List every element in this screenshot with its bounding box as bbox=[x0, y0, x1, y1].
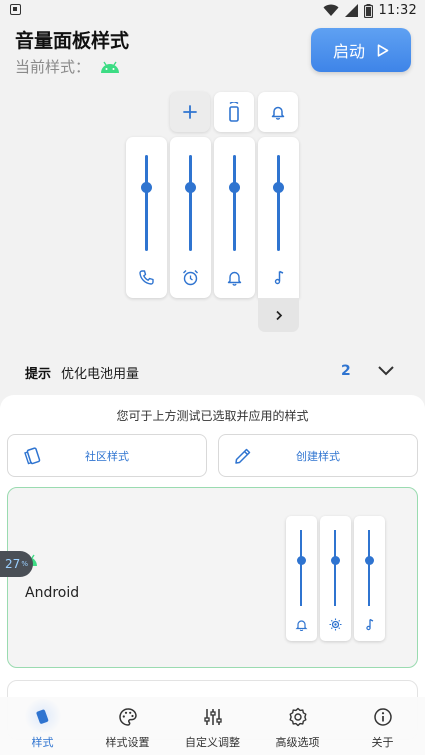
bell-icon bbox=[271, 106, 285, 120]
sliders-icon bbox=[203, 709, 222, 725]
nav-label: 自定义调整 bbox=[185, 736, 240, 749]
style-name: Android bbox=[25, 585, 80, 601]
tip-count: 2 bbox=[341, 363, 351, 379]
floating-badge[interactable]: 27% bbox=[0, 551, 33, 577]
floating-badge-value: 27 bbox=[5, 557, 21, 571]
nav-item-styles[interactable]: 样式 bbox=[0, 697, 85, 755]
create-style-button[interactable]: 创建样式 bbox=[218, 434, 418, 477]
signal-icon bbox=[344, 4, 358, 17]
slider-knob[interactable] bbox=[229, 182, 240, 194]
music-note-icon bbox=[366, 618, 374, 631]
nav-item-about[interactable]: 关于 bbox=[340, 697, 425, 755]
page-title: 音量面板样式 bbox=[15, 30, 130, 52]
vibrate-icon bbox=[229, 102, 239, 122]
slider-track bbox=[233, 155, 236, 251]
style-card-android[interactable]: Android bbox=[7, 487, 418, 668]
vibrate-toggle[interactable] bbox=[214, 92, 254, 132]
slider-track bbox=[189, 155, 192, 251]
alarm-volume-slider[interactable] bbox=[170, 137, 211, 298]
expand-panel-button[interactable] bbox=[258, 298, 299, 332]
start-button[interactable]: 启动 bbox=[311, 28, 411, 72]
nav-item-customize[interactable]: 自定义调整 bbox=[170, 697, 255, 755]
slider-track bbox=[334, 530, 336, 606]
current-style-label: 当前样式： bbox=[15, 58, 91, 76]
alarm-icon bbox=[183, 270, 198, 286]
add-icon bbox=[183, 105, 197, 119]
play-icon bbox=[377, 43, 389, 57]
media-volume-slider[interactable] bbox=[258, 137, 299, 298]
bell-icon bbox=[295, 620, 308, 631]
phone-icon bbox=[139, 270, 154, 285]
app-root: 11:32 音量面板样式 当前样式： 启动 提示 优化电池用量 2 您可于上方测… bbox=[0, 0, 425, 755]
status-icons: 11:32 bbox=[323, 3, 417, 18]
cards-icon bbox=[24, 447, 41, 465]
nav-label: 样式设置 bbox=[105, 736, 150, 749]
palette-icon bbox=[118, 708, 137, 726]
slider-track bbox=[277, 155, 280, 251]
badge-percent-sign: % bbox=[21, 560, 28, 568]
android-icon bbox=[101, 61, 120, 73]
hint-text: 您可于上方测试已选取并应用的样式 bbox=[116, 409, 309, 423]
add-button[interactable] bbox=[170, 92, 210, 132]
nav-icon-wrap bbox=[287, 706, 309, 728]
clock: 11:32 bbox=[378, 3, 417, 18]
music-note-icon bbox=[274, 270, 284, 285]
gear-icon bbox=[289, 707, 306, 727]
slider-track bbox=[368, 530, 370, 606]
slider-knob[interactable] bbox=[185, 182, 196, 194]
chevron-right-icon bbox=[275, 310, 282, 320]
nav-item-style-settings[interactable]: 样式设置 bbox=[85, 697, 170, 755]
start-button-label: 启动 bbox=[332, 42, 365, 61]
tip-label: 提示 bbox=[25, 367, 52, 382]
slider-knob[interactable] bbox=[141, 182, 152, 194]
wifi-icon bbox=[323, 4, 339, 16]
current-style: 当前样式： bbox=[15, 56, 120, 77]
slider-knob bbox=[330, 555, 340, 565]
tip-row[interactable]: 提示 优化电池用量 bbox=[25, 363, 139, 382]
ringer-mode-button[interactable] bbox=[258, 92, 298, 132]
slider-track bbox=[145, 155, 148, 251]
call-volume-slider[interactable] bbox=[126, 137, 167, 298]
style-preview-slider bbox=[286, 516, 317, 641]
slider-track bbox=[300, 530, 302, 606]
bell-icon bbox=[227, 271, 242, 286]
bottom-nav: 样式 样式设置 自定义调整 高级选项 关于 bbox=[0, 697, 425, 755]
slider-knob bbox=[364, 555, 374, 565]
notification-icon bbox=[10, 4, 21, 15]
slider-knob bbox=[296, 555, 306, 565]
nav-item-advanced[interactable]: 高级选项 bbox=[255, 697, 340, 755]
nav-label: 样式 bbox=[31, 736, 54, 749]
nav-icon-wrap bbox=[117, 706, 139, 728]
info-icon bbox=[373, 708, 392, 726]
slider-knob[interactable] bbox=[273, 182, 284, 194]
pencil-icon bbox=[235, 448, 251, 464]
brightness-icon bbox=[329, 618, 342, 631]
community-styles-button[interactable]: 社区样式 bbox=[7, 434, 207, 477]
ring-volume-slider[interactable] bbox=[214, 137, 255, 298]
nav-label: 高级选项 bbox=[275, 736, 320, 749]
nav-label: 关于 bbox=[371, 736, 394, 749]
nav-icon-wrap bbox=[372, 706, 394, 728]
status-bar: 11:32 bbox=[0, 0, 425, 22]
style-preview-slider bbox=[320, 516, 351, 641]
style-icon bbox=[35, 709, 48, 724]
battery-icon bbox=[363, 3, 373, 18]
tip-text: 优化电池用量 bbox=[61, 367, 140, 382]
nav-icon-wrap bbox=[32, 706, 54, 728]
chevron-down-icon[interactable] bbox=[376, 362, 396, 380]
nav-icon-wrap bbox=[202, 706, 224, 728]
style-preview-slider bbox=[354, 516, 385, 641]
